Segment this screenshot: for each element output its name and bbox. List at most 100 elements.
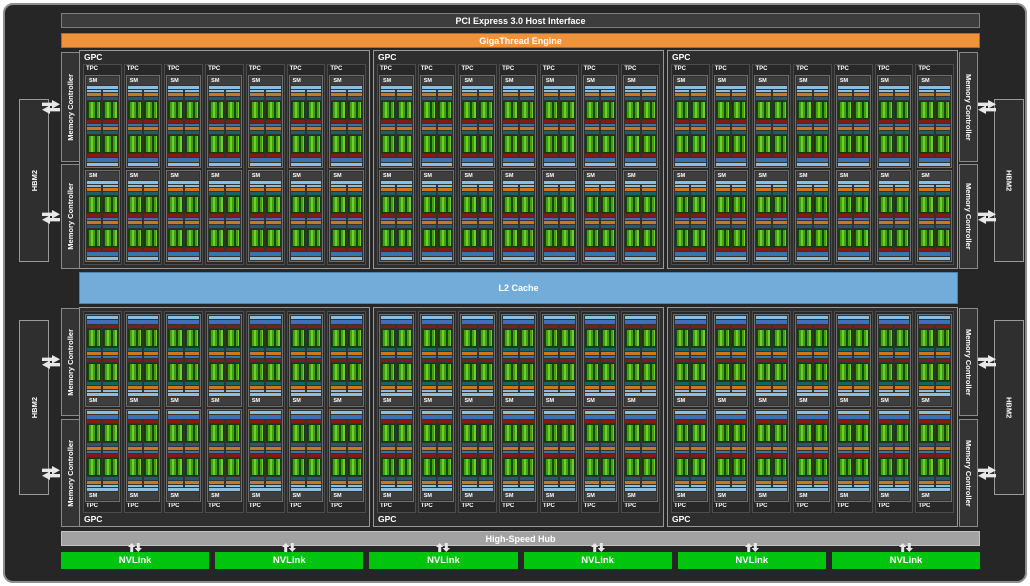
register-file-bar	[641, 126, 657, 130]
sfu-bar	[331, 325, 346, 328]
sm-label: SM	[503, 77, 534, 85]
tpc-row: TPC SM SM TPC SM SM TPC SM SM TPC SM SM TPC SM SM TPC SM…	[374, 64, 663, 268]
sfu-bar	[225, 153, 240, 157]
sfu-bar	[478, 248, 494, 251]
scheduler-bar	[543, 184, 559, 187]
sfu-bar	[543, 325, 559, 328]
sm-box: SM	[247, 169, 283, 262]
sm-box: SM	[247, 409, 283, 502]
core-array	[127, 424, 143, 442]
dispatch-bar	[347, 348, 363, 351]
sm-processing-block	[894, 420, 910, 453]
core-array	[306, 458, 322, 476]
core-array	[184, 101, 200, 119]
sfu-bar	[813, 214, 828, 218]
sm-processing-grid	[715, 420, 748, 488]
core-array	[560, 101, 575, 119]
sfu-bar	[919, 454, 934, 457]
register-file-bar	[438, 352, 453, 355]
sm-processing-block	[144, 359, 159, 392]
sm-processing-block	[209, 454, 224, 487]
scheduler-bar	[462, 451, 477, 453]
tpc-box: TPC SM SM	[458, 64, 498, 265]
dispatch-bar	[381, 97, 396, 100]
sm-processing-block	[625, 123, 640, 157]
dispatch-bar	[878, 97, 893, 100]
scheduler-bar	[462, 184, 477, 187]
dispatch-bar	[184, 477, 200, 480]
sm-processing-block	[462, 454, 477, 487]
sm-l1-bar	[878, 393, 910, 396]
dispatch-bar	[184, 348, 200, 351]
core-array	[462, 101, 477, 119]
scheduler-bar	[935, 184, 951, 187]
register-file-bar	[837, 221, 853, 225]
register-file-bar	[381, 481, 396, 484]
dispatch-bar	[209, 191, 224, 195]
sm-processing-block	[519, 90, 534, 123]
dispatch-bar	[290, 130, 305, 134]
sm-processing-block	[306, 90, 322, 123]
core-array	[184, 458, 200, 476]
register-file-bar	[184, 447, 200, 450]
sm-processing-grid	[674, 325, 707, 393]
sm-processing-block	[266, 123, 281, 157]
dispatch-bar	[919, 348, 934, 351]
sm-processing-block	[184, 218, 200, 251]
sfu-bar	[560, 420, 575, 423]
scheduler-bar	[168, 451, 183, 453]
dispatch-bar	[756, 477, 771, 480]
shared-memory-bar	[290, 252, 322, 256]
sfu-bar	[290, 214, 305, 218]
tex-units-bar	[87, 316, 118, 319]
core-array	[266, 424, 281, 442]
sm-label: SM	[381, 397, 412, 405]
sm-l1-bar	[168, 488, 200, 491]
sfu-bar	[478, 454, 494, 457]
sm-processing-column	[462, 420, 477, 488]
core-array	[732, 329, 747, 347]
sm-processing-block	[266, 454, 281, 487]
dispatch-bar	[756, 130, 771, 134]
scheduler-bar	[837, 218, 853, 221]
dispatch-bar	[732, 382, 747, 385]
sfu-bar	[266, 420, 281, 423]
sm-label: SM	[797, 77, 828, 85]
scheduler-bar	[560, 451, 575, 453]
dispatch-bar	[225, 97, 240, 100]
dispatch-bar	[894, 382, 910, 385]
scheduler-bar	[732, 451, 747, 453]
shared-memory-bar	[756, 320, 788, 324]
sm-l1-bar	[584, 393, 616, 396]
dispatch-bar	[331, 382, 346, 385]
scheduler-bar	[438, 390, 453, 392]
sfu-bar	[290, 325, 305, 328]
dispatch-bar	[209, 382, 224, 385]
sm-processing-block	[438, 90, 453, 123]
core-array	[675, 134, 690, 153]
sm-processing-block	[397, 218, 412, 251]
sm-processing-column	[519, 420, 534, 488]
sm-processing-block	[266, 90, 281, 123]
shared-memory-bar	[584, 415, 616, 419]
scheduler-bar	[144, 485, 159, 487]
dispatch-bar	[675, 382, 690, 385]
sm-box: SM	[379, 409, 414, 502]
dispatch-bar	[266, 382, 281, 385]
shared-memory-bar	[797, 320, 828, 324]
core-array	[854, 329, 869, 347]
sm-label: SM	[87, 492, 118, 500]
tpc-box: TPC SM SM	[286, 64, 326, 265]
core-array	[675, 329, 690, 347]
scheduler-bar	[290, 451, 305, 453]
sm-processing-column	[560, 184, 575, 251]
sm-processing-block	[209, 123, 224, 157]
scheduler-bar	[209, 451, 224, 453]
core-array	[347, 458, 363, 476]
core-array	[249, 329, 265, 347]
scheduler-bar	[209, 90, 224, 92]
register-file-bar	[168, 93, 183, 96]
scheduler-bar	[503, 485, 518, 487]
sm-processing-block	[919, 359, 934, 392]
scheduler-bar	[600, 390, 616, 392]
